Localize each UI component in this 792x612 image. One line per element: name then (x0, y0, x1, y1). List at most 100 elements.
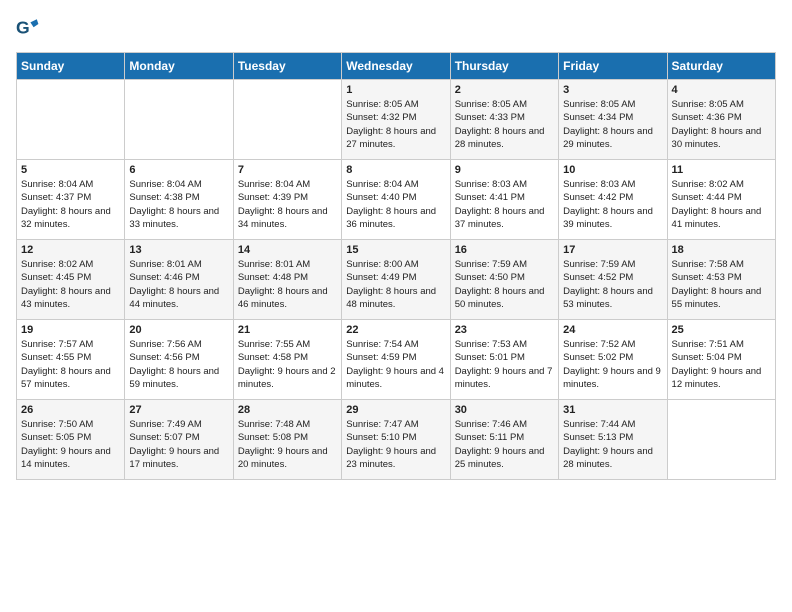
day-number: 21 (238, 324, 337, 336)
day-number: 9 (455, 164, 554, 176)
day-info: Sunrise: 7:51 AM Sunset: 5:04 PM Dayligh… (672, 338, 771, 391)
day-info: Sunrise: 8:03 AM Sunset: 4:42 PM Dayligh… (563, 178, 662, 231)
calendar-cell: 26 Sunrise: 7:50 AM Sunset: 5:05 PM Dayli… (17, 400, 125, 480)
day-info: Sunrise: 7:44 AM Sunset: 5:13 PM Dayligh… (563, 418, 662, 471)
day-number: 7 (238, 164, 337, 176)
day-info: Sunrise: 7:59 AM Sunset: 4:52 PM Dayligh… (563, 258, 662, 311)
day-number: 5 (21, 164, 120, 176)
calendar-cell: 15 Sunrise: 8:00 AM Sunset: 4:49 PM Dayli… (342, 240, 450, 320)
calendar-cell: 25 Sunrise: 7:51 AM Sunset: 5:04 PM Dayli… (667, 320, 775, 400)
header-day: Tuesday (233, 53, 341, 80)
day-number: 26 (21, 404, 120, 416)
svg-text:G: G (16, 18, 30, 38)
day-info: Sunrise: 7:57 AM Sunset: 4:55 PM Dayligh… (21, 338, 120, 391)
calendar-cell: 13 Sunrise: 8:01 AM Sunset: 4:46 PM Dayli… (125, 240, 233, 320)
logo: G (16, 16, 44, 40)
calendar-cell: 28 Sunrise: 7:48 AM Sunset: 5:08 PM Dayli… (233, 400, 341, 480)
calendar-cell: 5 Sunrise: 8:04 AM Sunset: 4:37 PM Daylig… (17, 160, 125, 240)
day-number: 28 (238, 404, 337, 416)
calendar-cell: 27 Sunrise: 7:49 AM Sunset: 5:07 PM Dayli… (125, 400, 233, 480)
calendar-cell: 30 Sunrise: 7:46 AM Sunset: 5:11 PM Dayli… (450, 400, 558, 480)
day-info: Sunrise: 7:55 AM Sunset: 4:58 PM Dayligh… (238, 338, 337, 391)
calendar-cell: 11 Sunrise: 8:02 AM Sunset: 4:44 PM Dayli… (667, 160, 775, 240)
day-info: Sunrise: 7:56 AM Sunset: 4:56 PM Dayligh… (129, 338, 228, 391)
calendar-cell: 16Sunrise: 7:59 AM Sunset: 4:50 PM Dayli… (450, 240, 558, 320)
calendar-cell (17, 80, 125, 160)
day-number: 25 (672, 324, 771, 336)
calendar-week: 19 Sunrise: 7:57 AM Sunset: 4:55 PM Dayli… (17, 320, 776, 400)
day-info: Sunrise: 8:01 AM Sunset: 4:46 PM Dayligh… (129, 258, 228, 311)
day-info: Sunrise: 8:05 AM Sunset: 4:32 PM Dayligh… (346, 98, 445, 151)
day-info: Sunrise: 8:00 AM Sunset: 4:49 PM Dayligh… (346, 258, 445, 311)
day-number: 20 (129, 324, 228, 336)
day-info: Sunrise: 8:01 AM Sunset: 4:48 PM Dayligh… (238, 258, 337, 311)
calendar-week: 12Sunrise: 8:02 AM Sunset: 4:45 PM Dayli… (17, 240, 776, 320)
day-number: 31 (563, 404, 662, 416)
day-number: 29 (346, 404, 445, 416)
day-info: Sunrise: 8:02 AM Sunset: 4:45 PM Dayligh… (21, 258, 120, 311)
day-number: 10 (563, 164, 662, 176)
calendar-cell: 1 Sunrise: 8:05 AM Sunset: 4:32 PM Daylig… (342, 80, 450, 160)
calendar-cell: 10 Sunrise: 8:03 AM Sunset: 4:42 PM Dayli… (559, 160, 667, 240)
day-number: 8 (346, 164, 445, 176)
calendar-cell: 3Sunrise: 8:05 AM Sunset: 4:34 PM Daylig… (559, 80, 667, 160)
day-number: 30 (455, 404, 554, 416)
calendar-cell: 24 Sunrise: 7:52 AM Sunset: 5:02 PM Dayli… (559, 320, 667, 400)
day-info: Sunrise: 7:52 AM Sunset: 5:02 PM Dayligh… (563, 338, 662, 391)
calendar-cell: 29 Sunrise: 7:47 AM Sunset: 5:10 PM Dayli… (342, 400, 450, 480)
calendar-cell: 12Sunrise: 8:02 AM Sunset: 4:45 PM Dayli… (17, 240, 125, 320)
day-number: 11 (672, 164, 771, 176)
day-number: 19 (21, 324, 120, 336)
header-day: Friday (559, 53, 667, 80)
calendar-cell: 8 Sunrise: 8:04 AM Sunset: 4:40 PM Daylig… (342, 160, 450, 240)
day-info: Sunrise: 8:02 AM Sunset: 4:44 PM Dayligh… (672, 178, 771, 231)
day-info: Sunrise: 8:05 AM Sunset: 4:33 PM Dayligh… (455, 98, 554, 151)
header-day: Saturday (667, 53, 775, 80)
day-info: Sunrise: 7:46 AM Sunset: 5:11 PM Dayligh… (455, 418, 554, 471)
day-info: Sunrise: 8:04 AM Sunset: 4:37 PM Dayligh… (21, 178, 120, 231)
calendar-cell: 17 Sunrise: 7:59 AM Sunset: 4:52 PM Dayli… (559, 240, 667, 320)
day-info: Sunrise: 7:47 AM Sunset: 5:10 PM Dayligh… (346, 418, 445, 471)
day-info: Sunrise: 8:04 AM Sunset: 4:40 PM Dayligh… (346, 178, 445, 231)
calendar-week: 26 Sunrise: 7:50 AM Sunset: 5:05 PM Dayli… (17, 400, 776, 480)
calendar-cell: 14Sunrise: 8:01 AM Sunset: 4:48 PM Dayli… (233, 240, 341, 320)
day-info: Sunrise: 7:48 AM Sunset: 5:08 PM Dayligh… (238, 418, 337, 471)
calendar-cell: 19 Sunrise: 7:57 AM Sunset: 4:55 PM Dayli… (17, 320, 125, 400)
calendar-cell: 2 Sunrise: 8:05 AM Sunset: 4:33 PM Daylig… (450, 80, 558, 160)
calendar-table: SundayMondayTuesdayWednesdayThursdayFrid… (16, 52, 776, 480)
day-number: 27 (129, 404, 228, 416)
calendar-cell (233, 80, 341, 160)
calendar-cell: 4 Sunrise: 8:05 AM Sunset: 4:36 PM Daylig… (667, 80, 775, 160)
calendar-body: 1 Sunrise: 8:05 AM Sunset: 4:32 PM Daylig… (17, 80, 776, 480)
header-day: Thursday (450, 53, 558, 80)
day-number: 17 (563, 244, 662, 256)
day-number: 18 (672, 244, 771, 256)
logo-icon: G (16, 16, 40, 40)
header-day: Monday (125, 53, 233, 80)
calendar-week: 5 Sunrise: 8:04 AM Sunset: 4:37 PM Daylig… (17, 160, 776, 240)
header-day: Wednesday (342, 53, 450, 80)
calendar-cell: 31 Sunrise: 7:44 AM Sunset: 5:13 PM Dayli… (559, 400, 667, 480)
day-info: Sunrise: 8:04 AM Sunset: 4:38 PM Dayligh… (129, 178, 228, 231)
day-number: 2 (455, 84, 554, 96)
day-number: 13 (129, 244, 228, 256)
day-info: Sunrise: 7:49 AM Sunset: 5:07 PM Dayligh… (129, 418, 228, 471)
day-number: 4 (672, 84, 771, 96)
calendar-cell (125, 80, 233, 160)
day-info: Sunrise: 7:50 AM Sunset: 5:05 PM Dayligh… (21, 418, 120, 471)
day-info: Sunrise: 7:58 AM Sunset: 4:53 PM Dayligh… (672, 258, 771, 311)
day-number: 24 (563, 324, 662, 336)
calendar-cell: 20 Sunrise: 7:56 AM Sunset: 4:56 PM Dayli… (125, 320, 233, 400)
calendar-cell: 9 Sunrise: 8:03 AM Sunset: 4:41 PM Daylig… (450, 160, 558, 240)
calendar-cell (667, 400, 775, 480)
day-info: Sunrise: 8:03 AM Sunset: 4:41 PM Dayligh… (455, 178, 554, 231)
day-number: 15 (346, 244, 445, 256)
header-row: SundayMondayTuesdayWednesdayThursdayFrid… (17, 53, 776, 80)
day-number: 22 (346, 324, 445, 336)
calendar-week: 1 Sunrise: 8:05 AM Sunset: 4:32 PM Daylig… (17, 80, 776, 160)
day-info: Sunrise: 8:05 AM Sunset: 4:36 PM Dayligh… (672, 98, 771, 151)
calendar-cell: 21 Sunrise: 7:55 AM Sunset: 4:58 PM Dayli… (233, 320, 341, 400)
page-header: G (16, 16, 776, 40)
day-number: 1 (346, 84, 445, 96)
day-number: 23 (455, 324, 554, 336)
